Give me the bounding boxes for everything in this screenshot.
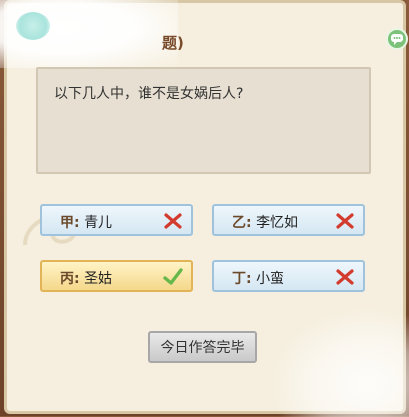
option-c-label: 丙: 圣姑 [60,268,112,288]
option-a-label: 甲: 青儿 [60,212,112,232]
check-mark-icon [163,268,183,285]
question-box: 以下几人中，谁不是女娲后人? [36,67,371,174]
option-b-letter: 乙: [232,215,252,231]
option-b-name: 李忆如 [256,215,299,231]
question-text: 以下几人中，谁不是女娲后人? [54,86,244,102]
option-a[interactable]: 甲: 青儿 [40,204,193,236]
cross-mark-icon [164,213,182,229]
finish-today-button[interactable]: 今日作答完毕 [148,331,257,363]
chat-button[interactable] [386,28,408,50]
option-c[interactable]: 丙: 圣姑 [40,260,193,292]
option-d[interactable]: 丁: 小蛮 [212,260,365,292]
cross-mark-icon [336,213,354,229]
option-b-label: 乙: 李忆如 [232,212,298,232]
option-a-name: 青儿 [84,215,113,231]
option-d-name: 小蛮 [256,271,285,287]
chat-bubble-icon [391,34,403,45]
option-c-letter: 丙: [60,271,80,287]
corner-blob-decoration [16,12,50,40]
option-c-name: 圣姑 [84,271,113,287]
option-d-letter: 丁: [232,271,252,287]
cross-mark-icon [336,269,354,285]
option-b[interactable]: 乙: 李忆如 [212,204,365,236]
option-d-label: 丁: 小蛮 [232,268,284,288]
question-title: 题) [162,34,184,52]
option-a-letter: 甲: [60,215,80,231]
